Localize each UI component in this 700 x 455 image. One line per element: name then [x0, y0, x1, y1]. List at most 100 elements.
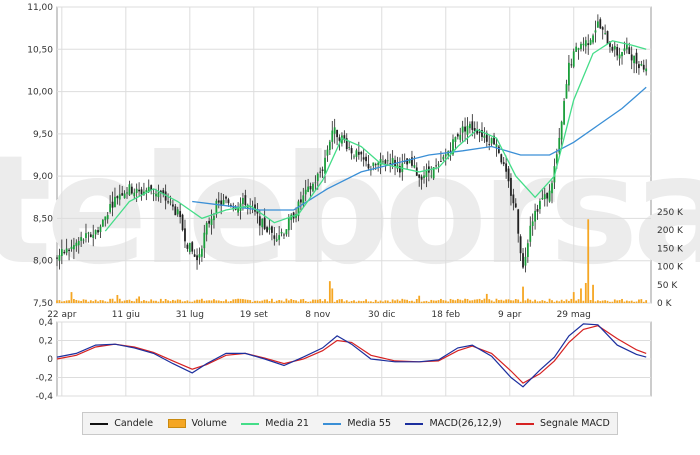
candle-body [497, 146, 500, 153]
candle-body [196, 255, 198, 261]
volume-bar [580, 288, 582, 303]
volume-bar [379, 300, 382, 303]
legend-swatch [241, 422, 260, 425]
volume-bar [152, 300, 155, 303]
volume-bar [164, 299, 167, 303]
volume-bar [126, 300, 128, 303]
volume-bar [181, 301, 184, 303]
candle-body [174, 206, 177, 216]
candle-body [365, 156, 367, 162]
candle-body [592, 35, 594, 43]
volume-bar [447, 301, 450, 303]
volume-y-tick-label: 50 K [657, 281, 678, 291]
candle-body [65, 248, 68, 253]
candle-body [367, 163, 370, 169]
volume-bar [418, 295, 421, 303]
candle-body [60, 249, 63, 256]
macd-y-tick-label: 0 [47, 355, 53, 365]
candle-body [623, 48, 626, 52]
candle-body [621, 52, 623, 57]
volume-bar [263, 299, 266, 303]
volume-bar [198, 299, 201, 303]
volume-bar [386, 300, 389, 303]
candle-body [539, 201, 541, 210]
candle-body [572, 51, 575, 67]
volume-bar [229, 301, 232, 303]
volume-bar [481, 300, 483, 303]
volume-bar [278, 299, 281, 303]
volume-bar [609, 301, 611, 303]
candle-body [442, 156, 445, 160]
volume-bar [251, 301, 254, 303]
volume-bar [174, 300, 177, 303]
candle-body [227, 199, 230, 204]
volume-bar [225, 299, 227, 303]
volume-bar [367, 301, 370, 303]
candle-body [420, 176, 423, 180]
legend-swatch [323, 422, 342, 425]
volume-bar [290, 299, 293, 303]
candle-body [645, 68, 648, 72]
candle-body [384, 160, 387, 164]
volume-bar [531, 301, 534, 303]
volume-bar [370, 301, 372, 303]
volume-bar [594, 301, 597, 303]
volume-bar [565, 299, 568, 303]
volume-bar [256, 300, 259, 303]
volume-bar [130, 300, 133, 303]
volume-bar [193, 300, 196, 303]
candle-body [495, 143, 498, 147]
volume-bar [372, 301, 375, 303]
candle-body [386, 160, 389, 162]
candle-body [106, 215, 109, 220]
candle-body [116, 196, 119, 199]
candle-body [140, 189, 143, 195]
candle-body [314, 182, 317, 184]
candle-body [278, 235, 281, 240]
candle-body [123, 193, 126, 199]
volume-bar [413, 301, 416, 303]
candle-body [309, 186, 312, 190]
volume-bar [186, 300, 189, 303]
price-y-tick-label: 7,50 [33, 299, 53, 309]
volume-bar [133, 301, 136, 303]
candle-body [587, 43, 590, 46]
volume-bar [577, 299, 580, 303]
candle-body [261, 218, 264, 228]
volume-bar [246, 299, 249, 303]
candle-body [374, 164, 377, 166]
volume-bar [411, 300, 413, 303]
volume-bar [157, 301, 160, 303]
volume-bar [239, 298, 242, 303]
volume-bar [145, 300, 148, 303]
volume-bar [345, 300, 348, 303]
candle-body [205, 222, 208, 235]
candle-body [121, 193, 124, 196]
price-y-tick-label: 8,50 [33, 214, 53, 224]
candle-body [444, 154, 447, 157]
volume-bar [319, 299, 322, 303]
volume-bar [169, 301, 172, 303]
legend-swatch [516, 422, 535, 425]
candle-body [316, 173, 319, 182]
volume-bar [384, 300, 387, 303]
legend-label: Media 55 [347, 418, 391, 429]
volume-bar [357, 300, 360, 303]
volume-bar [517, 299, 520, 303]
volume-bar [589, 300, 592, 303]
candle-body [372, 162, 375, 167]
volume-bar [121, 301, 124, 303]
candle-body [114, 196, 116, 208]
candle-body [321, 169, 324, 171]
volume-bar [106, 301, 109, 303]
volume-bar [432, 300, 435, 303]
volume-bar [423, 301, 425, 303]
volume-bar [389, 301, 392, 303]
candle-body [548, 190, 551, 202]
volume-bar [456, 298, 459, 303]
volume-bar [606, 300, 609, 303]
volume-bar [271, 298, 273, 303]
candle-body [172, 204, 174, 207]
candle-body [222, 200, 225, 205]
volume-bar [155, 300, 157, 303]
